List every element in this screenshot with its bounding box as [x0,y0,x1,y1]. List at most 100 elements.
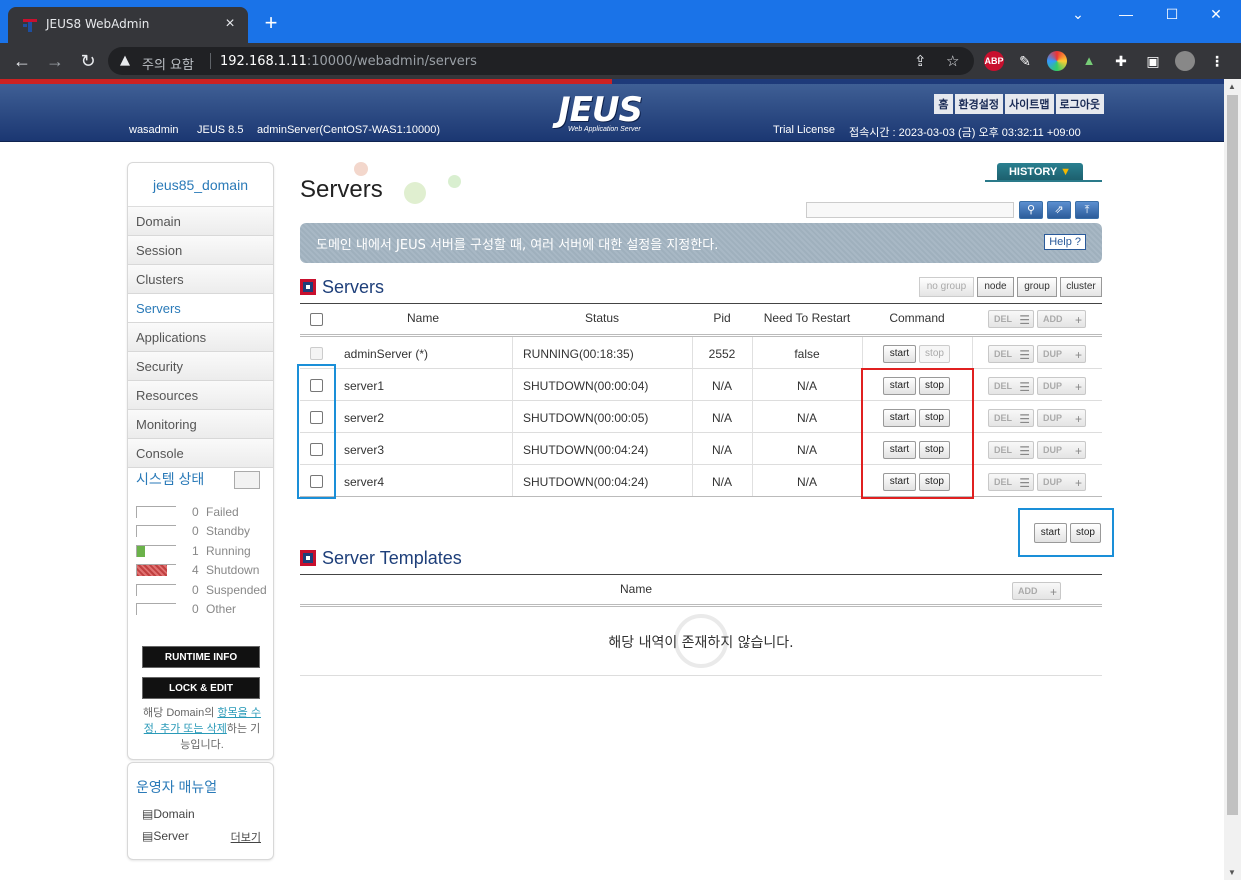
delete-button[interactable]: DEL ☰ [988,310,1034,328]
browser-tab[interactable]: JEUS8 WebAdmin × [8,7,248,43]
bulk-start-button[interactable]: start [1034,523,1067,543]
more-link[interactable]: 더보기 [231,829,261,845]
address-bar[interactable]: ▲ 주의 요함 192.168.1.11:10000/webadmin/serv… [108,47,974,75]
server-name[interactable]: adminServer (*) [344,347,428,361]
section-icon [300,550,316,566]
manual-server-link[interactable]: ▤Server [142,829,189,843]
select-all-checkbox[interactable] [310,313,323,326]
sidebar-item-resources[interactable]: Resources [128,381,273,410]
page-description: 도메인 내에서 JEUS 서버를 구성할 때, 여러 서버에 대한 설정을 지정… [316,238,719,253]
row-divider [300,400,1102,401]
server-name[interactable]: server4 [344,475,384,489]
delete-button[interactable]: DEL ☰ [988,345,1034,363]
scroll-down-icon[interactable]: ▼ [1228,868,1236,877]
server-restart: N/A [796,443,817,457]
delete-icon: ☰ [1019,476,1030,490]
server-pid: N/A [711,443,732,457]
duplicate-icon: + [1074,348,1082,362]
sidebar-item-applications[interactable]: Applications [128,323,273,352]
bookmark-star-icon[interactable]: ☆ [946,52,959,70]
delete-button[interactable]: DEL ☰ [988,409,1034,427]
chevron-down-icon: ▼ [1060,166,1072,178]
home-link[interactable]: 홈 [934,94,953,114]
back-icon[interactable]: ← [10,50,34,72]
settings-link[interactable]: 환경설정 [954,94,1004,114]
duplicate-button[interactable]: DUP + [1037,441,1086,459]
search-input[interactable] [806,202,1014,218]
xml-icon[interactable]: ⤒ [1075,201,1099,219]
sidebar-item-domain[interactable]: Domain [128,207,273,236]
domain-name[interactable]: jeus85_domain [128,163,273,207]
reload-icon[interactable]: ↻ [76,50,100,72]
start-button[interactable]: start [883,345,916,363]
tab-search-icon[interactable]: ⌄ [1060,6,1096,26]
duplicate-icon: + [1074,412,1082,426]
group-button[interactable]: group [1017,277,1057,297]
runtime-info-button[interactable]: RUNTIME INFO [142,646,260,668]
scroll-up-icon[interactable]: ▲ [1228,82,1236,91]
sitemap-link[interactable]: 사이트맵 [1005,94,1054,114]
delete-button[interactable]: DEL ☰ [988,441,1034,459]
sidebar-item-session[interactable]: Session [128,236,273,265]
duplicate-button[interactable]: DUP + [1037,345,1086,363]
duplicate-button[interactable]: DUP + [1037,473,1086,491]
node-button[interactable]: node [977,277,1014,297]
server-name[interactable]: server3 [344,443,384,457]
warning-icon[interactable]: ▲ [120,53,130,68]
extensions-puzzle-icon[interactable]: ✚ [1111,51,1131,71]
help-button[interactable]: Help ? [1044,234,1086,250]
history-button[interactable]: HISTORY ▼ [997,163,1083,181]
tree-extension-icon[interactable]: ▲ [1079,51,1099,71]
server-name[interactable]: server2 [344,411,384,425]
sidebar-item-servers[interactable]: Servers [128,294,273,323]
template-add-button[interactable]: ADD + [1012,582,1061,600]
delete-button[interactable]: DEL ☰ [988,473,1034,491]
sidebar-item-clusters[interactable]: Clusters [128,265,273,294]
duplicate-icon: + [1074,444,1082,458]
tab-close-icon[interactable]: × [220,14,240,34]
page-scrollbar[interactable]: ▲ ▼ [1224,79,1241,880]
delete-button[interactable]: DEL ☰ [988,377,1034,395]
lock-edit-button[interactable]: LOCK & EDIT [142,677,260,699]
cluster-button[interactable]: cluster [1060,277,1102,297]
search-icon[interactable]: ⚲ [1019,201,1043,219]
sidebar-item-security[interactable]: Security [128,352,273,381]
system-status-icon[interactable] [234,471,260,489]
jeus-logo[interactable]: JEUS Web Application Server [558,90,658,136]
adblock-extension-icon[interactable]: ABP [984,51,1004,71]
delete-icon: ☰ [1019,348,1030,362]
color-extension-icon[interactable] [1047,51,1067,71]
add-button[interactable]: ADD + [1037,310,1086,328]
sidebar-item-console[interactable]: Console [128,439,273,468]
operator-manual-box: 운영자 매뉴얼 ▤Domain ▤Server 더보기 [127,762,274,860]
omnibox-separator [210,53,211,69]
no-group-button[interactable]: no group [919,277,974,297]
duplicate-button[interactable]: DUP + [1037,377,1086,395]
duplicate-button[interactable]: DUP + [1037,409,1086,427]
stop-button[interactable]: stop [919,345,950,363]
forward-icon[interactable]: → [43,50,67,72]
minimize-icon[interactable]: — [1108,6,1144,26]
side-panel-icon[interactable]: ▣ [1143,51,1163,71]
logout-link[interactable]: 로그아웃 [1055,94,1104,114]
server-status: SHUTDOWN(00:00:04) [523,379,649,393]
row-checkbox[interactable] [310,347,323,360]
pen-extension-icon[interactable]: ✎ [1015,51,1035,71]
export-icon[interactable]: ⇗ [1047,201,1071,219]
server-restart: N/A [796,379,817,393]
server-status: SHUTDOWN(00:04:24) [523,443,649,457]
tab-title: JEUS8 WebAdmin [46,17,150,31]
bulk-stop-button[interactable]: stop [1070,523,1101,543]
scrollbar-thumb[interactable] [1227,95,1238,815]
col-header-restart: Need To Restart [763,311,851,325]
new-tab-button[interactable]: + [260,12,282,34]
browser-menu-icon[interactable]: ⋮ [1207,51,1227,71]
window-close-icon[interactable]: ✕ [1198,6,1234,26]
sidebar-item-monitoring[interactable]: Monitoring [128,410,273,439]
manual-domain-link[interactable]: ▤Domain [142,807,195,821]
maximize-icon[interactable]: ☐ [1154,6,1190,26]
profile-avatar[interactable] [1175,51,1195,71]
share-icon[interactable]: ⇪ [914,52,927,70]
server-info: adminServer(CentOS7-WAS1:10000) [257,124,441,136]
server-name[interactable]: server1 [344,379,384,393]
